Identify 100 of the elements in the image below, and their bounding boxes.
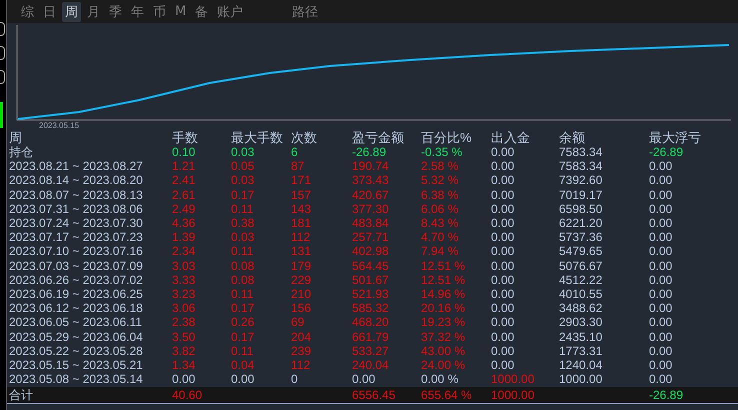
table-cell: 1000.00 (491, 388, 534, 402)
table-cell: 0.17 (231, 188, 254, 202)
table-cell: 37.32 % (421, 330, 466, 344)
table-cell: 7392.60 (559, 173, 602, 188)
period-tab[interactable]: 备 (192, 2, 212, 22)
table-cell: 0.00 (491, 272, 514, 287)
period-tab[interactable]: 账户 (214, 2, 246, 22)
row-label: 2023.05.22 ~ 2023.05.28 (9, 344, 143, 358)
column-header: 百分比% (421, 130, 472, 144)
table-cell: 0.00 (649, 173, 672, 188)
row-label: 2023.08.14 ~ 2023.08.20 (9, 173, 143, 188)
table-cell: 2.38 (172, 315, 196, 330)
table-cell: 24.00 % (421, 358, 466, 372)
period-tab[interactable]: 路径 (289, 2, 322, 22)
period-tab[interactable]: 年 (128, 2, 147, 22)
table-cell: -26.89 (649, 388, 684, 402)
table-cell: 661.79 (352, 330, 389, 344)
table-cell: 2.58 % (421, 159, 458, 174)
row-label: 2023.08.07 ~ 2023.08.13 (9, 188, 143, 202)
period-tab[interactable]: 周 (62, 2, 81, 22)
table-cell: 143 (291, 202, 312, 216)
period-tab[interactable]: 币 (150, 2, 169, 22)
table-cell: 483.84 (352, 216, 389, 230)
table-cell: 1.39 (172, 230, 196, 244)
period-tab[interactable]: 综 (18, 2, 37, 22)
table-cell: 0.00 (649, 315, 672, 330)
table-cell: 14.96 % (421, 286, 466, 301)
table-cell: 1.34 (172, 358, 196, 372)
table-cell: 501.67 (352, 272, 389, 287)
table-cell: 204 (291, 330, 312, 344)
table-cell: 0.10 (172, 145, 196, 160)
row-label: 2023.06.05 ~ 2023.06.11 (9, 315, 142, 330)
table-cell: 0.00 (491, 230, 514, 244)
period-tab[interactable]: 月 (84, 2, 103, 22)
table-cell: 240.04 (352, 358, 389, 372)
column-header: 手数 (172, 130, 198, 144)
table-cell: 0.00 (649, 358, 672, 372)
level-bar (0, 102, 3, 128)
column-header: 最大浮亏 (649, 130, 701, 144)
table-cell: 377.30 (352, 202, 389, 216)
table-cell: 8.43 % (421, 216, 458, 230)
table-cell: 6221.20 (559, 216, 602, 230)
table-cell: 171 (291, 173, 312, 188)
table-cell: 157 (291, 188, 312, 202)
period-tab[interactable]: 季 (106, 2, 125, 22)
table-cell: 0.03 (231, 145, 254, 160)
table-cell: 5737.36 (559, 230, 602, 244)
table-cell: 4.36 (172, 216, 196, 230)
row-label: 2023.05.15 ~ 2023.05.21 (9, 358, 143, 372)
table-cell: 69 (291, 315, 304, 330)
table-cell: 0.11 (231, 244, 254, 258)
table-cell: 0.00 (649, 301, 672, 316)
table-cell: 0.00 (491, 173, 514, 188)
table-cell: 5.32 % (421, 173, 458, 188)
table-cell: 0.38 (231, 216, 254, 230)
table-cell: 3.23 (172, 286, 196, 301)
table-cell: 6 (291, 145, 298, 160)
row-label: 2023.07.24 ~ 2023.07.30 (9, 216, 143, 230)
table-cell: 564.45 (352, 258, 389, 273)
table-cell: 0.00 (649, 202, 672, 216)
table-cell: 3488.62 (559, 301, 602, 316)
table-cell: 0.00 (491, 286, 514, 301)
table-cell: 3.50 (172, 330, 196, 344)
row-label: 2023.07.10 ~ 2023.07.16 (9, 244, 143, 258)
table-cell: 0.11 (231, 202, 254, 216)
table-cell: 0.03 (231, 173, 254, 188)
table-cell: 2.34 (172, 244, 196, 258)
column-header: 次数 (291, 130, 317, 144)
table-cell: 5076.67 (559, 258, 602, 273)
table-cell: 1773.31 (559, 344, 602, 358)
table-cell: 112 (291, 358, 310, 372)
table-cell: 0.08 (231, 258, 254, 273)
table-cell: 7.94 % (421, 244, 458, 258)
table-cell: 0.00 (649, 372, 672, 386)
table-cell: 1240.04 (559, 358, 602, 372)
row-label: 2023.07.31 ~ 2023.08.06 (9, 202, 143, 216)
table-cell: 12.51 % (421, 272, 466, 287)
table-cell: 4512.22 (559, 272, 602, 287)
table-cell: 112 (291, 230, 310, 244)
table-cell: 4010.55 (559, 286, 602, 301)
column-header: 最大手数 (231, 130, 283, 144)
row-label: 2023.06.26 ~ 2023.07.02 (9, 272, 143, 287)
period-tab[interactable]: M (172, 3, 190, 20)
table-cell: 3.82 (172, 344, 196, 358)
table-cell: 0.26 (231, 315, 254, 330)
table-cell: 0.00 (649, 159, 672, 174)
row-label: 2023.05.29 ~ 2023.06.04 (9, 330, 143, 344)
period-tab[interactable]: 日 (40, 2, 59, 22)
table-cell: -26.89 (649, 145, 684, 160)
table-cell: 210 (291, 286, 312, 301)
table-cell: 0.00 (491, 258, 514, 273)
scale-tick (0, 22, 5, 36)
table-cell: 0.00 (649, 244, 672, 258)
row-label: 合计 (9, 388, 33, 402)
scale-tick (0, 46, 5, 60)
table-cell: 0.00 (649, 258, 672, 273)
table-cell: 0.00 (491, 159, 514, 174)
table-cell: 131 (291, 244, 312, 258)
table-cell: 0.00 (491, 188, 514, 202)
column-header: 周 (9, 130, 22, 144)
